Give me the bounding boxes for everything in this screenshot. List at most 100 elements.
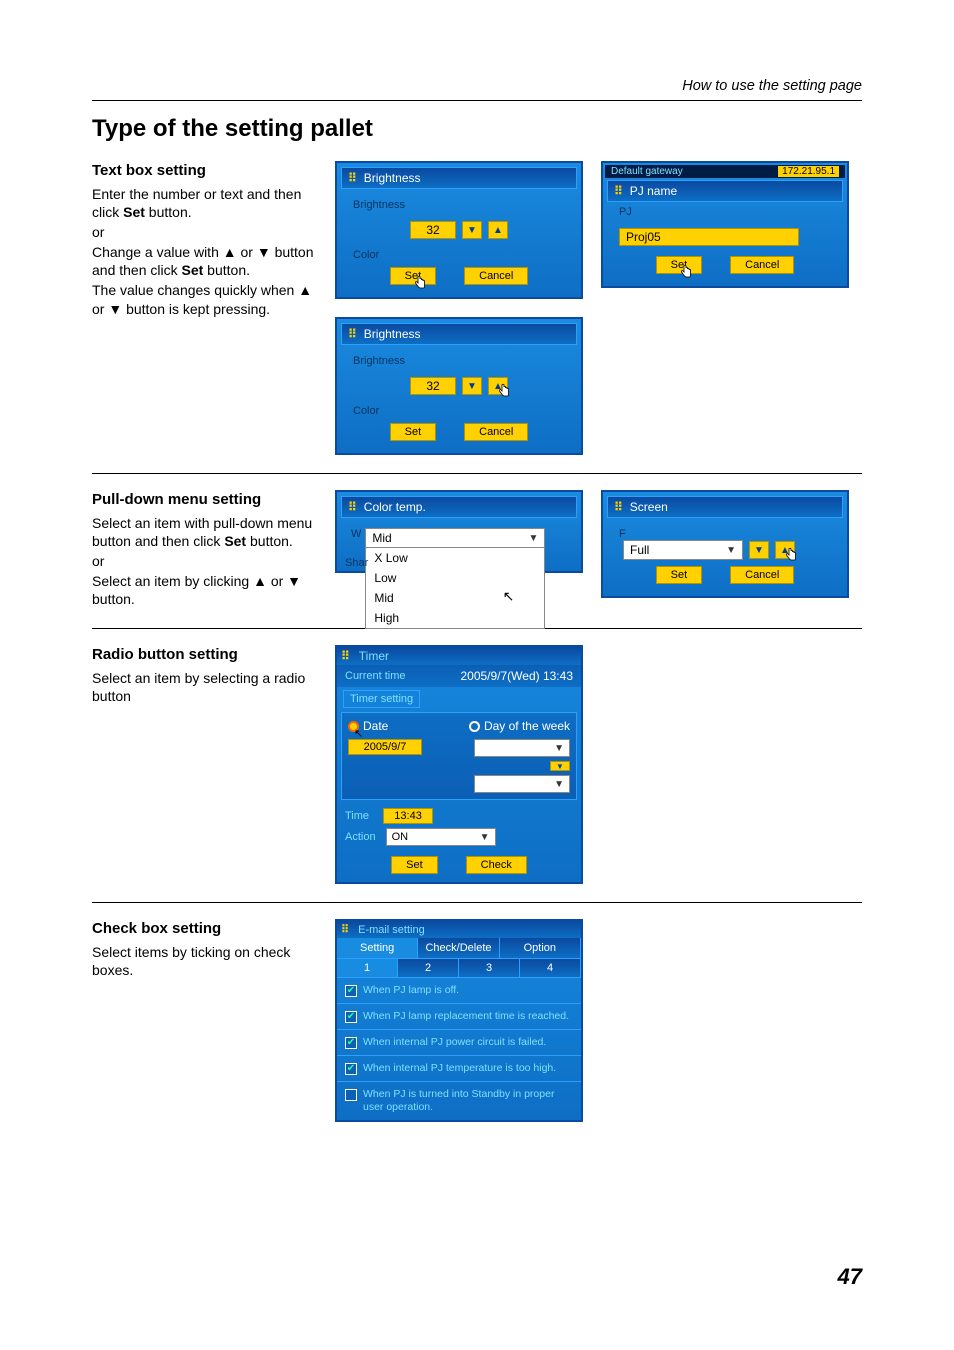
panel-title-text: Color temp. — [364, 500, 426, 514]
option-mid[interactable]: Mid ↖ — [366, 588, 544, 608]
brightness-panel-1: ⠿ Brightness Brightness 32 ▼ ▲ Color Set — [335, 161, 583, 299]
textbox-p1b: button. — [145, 204, 192, 220]
grip-icon: ⠿ — [348, 171, 358, 185]
panel-title: ⠿ Screen — [607, 496, 843, 518]
panel-title-text: Brightness — [364, 327, 421, 341]
textbox-heading: Text box setting — [92, 161, 317, 181]
brightness-value-input[interactable]: 32 — [410, 221, 456, 239]
chevron-down-icon: ▼ — [480, 832, 490, 843]
textbox-p2b: button. — [203, 262, 250, 278]
tab-2[interactable]: 2 — [398, 959, 459, 977]
textbox-p3: The value changes quickly when ▲ or ▼ bu… — [92, 281, 317, 317]
textbox-p2: Change a value with ▲ or ▼ button and th… — [92, 243, 317, 279]
checkbox-p1: Select items by ticking on check boxes. — [92, 943, 317, 979]
tab-1[interactable]: 1 — [337, 959, 398, 977]
action-label: Action — [345, 831, 376, 843]
screen-select[interactable]: Full ▼ — [623, 540, 743, 560]
dow-select-1[interactable]: ▼ — [474, 739, 570, 757]
arrow-up-button[interactable]: ▲ — [488, 221, 508, 239]
brightness-value-input[interactable]: 32 — [410, 377, 456, 395]
checkbox-3-label: When internal PJ power circuit is failed… — [363, 1036, 546, 1049]
header-rule — [92, 100, 862, 101]
arrow-down-button[interactable]: ▼ — [462, 377, 482, 395]
set-button[interactable]: Set — [656, 566, 703, 584]
panel-title: ⠿ Brightness — [341, 167, 577, 189]
checkbox-5-label: When PJ is turned into Standby in proper… — [363, 1088, 573, 1113]
cancel-button[interactable]: Cancel — [464, 423, 528, 441]
textbox-or: or — [92, 223, 317, 241]
field-label-color: Color — [347, 405, 571, 417]
dow-select-2[interactable]: ▼ — [474, 775, 570, 793]
set-button[interactable]: Set — [391, 856, 438, 874]
current-time-label: Current time — [345, 670, 406, 682]
checkbox-2[interactable] — [345, 1011, 357, 1023]
set-word-2: Set — [182, 262, 204, 278]
timer-panel: ⠿ Timer Current time 2005/9/7(Wed) 13:43… — [335, 645, 583, 884]
email-panel: ⠿ E-mail setting Setting Check/Delete Op… — [335, 919, 583, 1121]
checkbox-4[interactable] — [345, 1063, 357, 1075]
option-mid-label: Mid — [374, 591, 393, 605]
hand-cursor-icon — [412, 275, 428, 291]
option-low[interactable]: Low — [366, 568, 544, 588]
pjname-panel: Default gateway 172.21.95.1 ⠿ PJ name PJ… — [601, 161, 849, 288]
time-input[interactable]: 13:43 — [383, 808, 433, 824]
cancel-button[interactable]: Cancel — [464, 267, 528, 285]
check-button[interactable]: Check — [466, 856, 527, 874]
select-value: Mid — [372, 531, 391, 545]
separator — [92, 473, 862, 474]
arrow-down-button[interactable]: ▼ — [462, 221, 482, 239]
option-high[interactable]: High — [366, 608, 544, 628]
radio-dow[interactable] — [469, 721, 480, 732]
brightness-panel-2: ⠿ Brightness Brightness 32 ▼ ▲ Color — [335, 317, 583, 455]
set-word-3: Set — [224, 533, 246, 549]
panel-title-text: E-mail setting — [358, 924, 425, 936]
date-input[interactable]: 2005/9/7 — [348, 739, 422, 755]
colortemp-options: X Low Low Mid ↖ High — [365, 547, 545, 629]
radio-heading: Radio button setting — [92, 645, 317, 665]
tab-check-delete[interactable]: Check/Delete — [418, 938, 499, 958]
colortemp-select[interactable]: Mid ▼ — [365, 528, 545, 548]
grip-icon: ⠿ — [341, 649, 351, 663]
checkbox-heading: Check box setting — [92, 919, 317, 939]
tab-4[interactable]: 4 — [520, 959, 581, 977]
panel-title: ⠿ Brightness — [341, 323, 577, 345]
pulldown-p1b: button. — [246, 533, 293, 549]
arrow-down-mini[interactable]: ▼ — [550, 761, 570, 771]
header-caption: How to use the setting page — [92, 78, 862, 100]
textbox-p1: Enter the number or text and then click … — [92, 185, 317, 221]
cancel-button[interactable]: Cancel — [730, 256, 794, 274]
wb-label: W — [347, 528, 365, 540]
checkbox-1[interactable] — [345, 985, 357, 997]
checkbox-4-label: When internal PJ temperature is too high… — [363, 1062, 556, 1075]
radio-dow-label: Day of the week — [484, 719, 570, 733]
field-label-color: Color — [347, 249, 571, 261]
field-label-pj: PJ — [613, 206, 837, 218]
action-select[interactable]: ON ▼ — [386, 828, 496, 846]
action-value: ON — [392, 831, 409, 843]
page-number: 47 — [838, 1264, 862, 1290]
radio-date-label: Date — [363, 719, 388, 733]
chevron-down-icon: ▼ — [726, 545, 736, 556]
time-label: Time — [345, 810, 369, 822]
arrow-down-button[interactable]: ▼ — [749, 541, 769, 559]
cancel-button[interactable]: Cancel — [730, 566, 794, 584]
tab-3[interactable]: 3 — [459, 959, 520, 977]
current-time-value: 2005/9/7(Wed) 13:43 — [460, 669, 573, 683]
page-title: Type of the setting pallet — [92, 115, 862, 143]
pjname-input[interactable]: Proj05 — [619, 228, 799, 246]
default-gateway-value: 172.21.95.1 — [778, 166, 839, 177]
field-label-brightness: Brightness — [347, 355, 571, 367]
arrow-cursor-icon: ↖ — [354, 727, 363, 740]
tab-setting[interactable]: Setting — [337, 938, 418, 958]
chevron-down-icon: ▼ — [554, 743, 564, 754]
option-xlow[interactable]: X Low — [366, 548, 544, 568]
grip-icon: ⠿ — [341, 923, 350, 936]
panel-title-text: Brightness — [364, 171, 421, 185]
checkbox-3[interactable] — [345, 1037, 357, 1049]
grip-icon: ⠿ — [348, 327, 358, 341]
set-button[interactable]: Set — [390, 423, 437, 441]
checkbox-5[interactable] — [345, 1089, 357, 1101]
checkbox-1-label: When PJ lamp is off. — [363, 984, 459, 997]
timer-setting-label: Timer setting — [343, 690, 420, 708]
tab-option[interactable]: Option — [500, 938, 581, 958]
